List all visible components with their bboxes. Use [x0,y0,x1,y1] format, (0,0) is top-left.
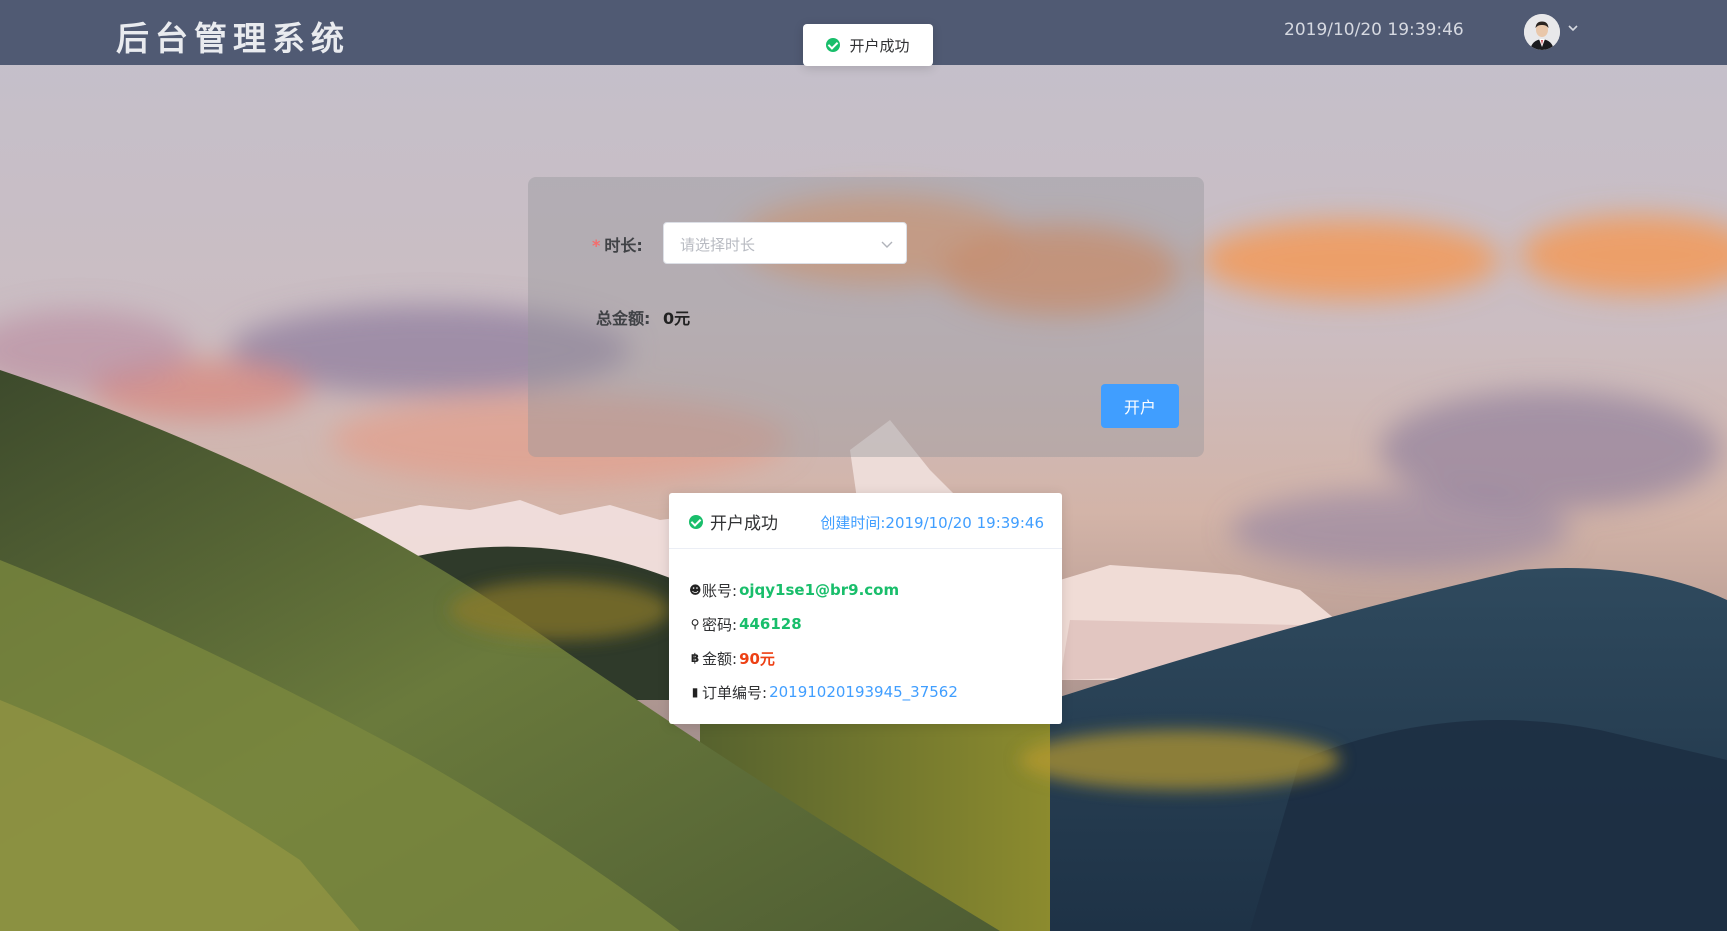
created-time: 创建时间:2019/10/20 19:39:46 [820,514,1044,532]
check-circle-icon [689,514,703,529]
chevron-down-icon [881,241,893,248]
amount-label: 金额: [702,649,738,668]
key-icon: ⚲ [690,617,700,631]
result-card-body: ☻ 账号: ojqy1se1@br9.com ⚲ 密码: 446128 ฿ 金额… [689,573,958,709]
duration-select-placeholder: 请选择时长 [680,236,756,254]
user-icon: ☻ [689,583,702,597]
password-value: 446128 [739,615,802,633]
account-value: ojqy1se1@br9.com [739,581,900,599]
required-mark: * [592,236,601,255]
amount-row: ฿ 金额: 90元 [689,641,958,675]
page-root: 后台管理系统 2019/10/20 19:39:46 开户成功 * 时长: 请选择… [0,0,1727,931]
amount-value: 90元 [739,649,775,668]
open-account-button[interactable]: 开户 [1101,384,1179,428]
account-label: 账号: [702,581,738,600]
open-account-form: * 时长: 请选择时长 总金额: 0元 开户 [528,177,1204,457]
result-card: 开户成功 创建时间:2019/10/20 19:39:46 ☻ 账号: ojqy… [669,493,1062,724]
total-label: 总金额: [596,309,651,328]
file-icon: ▮ [691,685,699,699]
duration-select[interactable]: 请选择时长 [663,222,907,264]
duration-label: 时长: [604,236,643,255]
order-row: ▮ 订单编号: 20191020193945_37562 [689,675,958,709]
result-card-header: 开户成功 创建时间:2019/10/20 19:39:46 [669,493,1062,549]
header-datetime: 2019/10/20 19:39:46 [1284,20,1464,40]
app-logo: 后台管理系统 [116,19,350,58]
bitcoin-icon: ฿ [690,651,700,665]
password-label: 密码: [702,615,738,634]
order-value: 20191020193945_37562 [769,683,958,701]
account-row: ☻ 账号: ojqy1se1@br9.com [689,573,958,607]
background-landscape [0,0,1727,931]
password-row: ⚲ 密码: 446128 [689,607,958,641]
result-title-wrap: 开户成功 [689,509,778,534]
user-avatar-icon [1524,14,1560,50]
order-label: 订单编号: [702,683,768,702]
toast-message: 开户成功 [849,36,910,55]
duration-label-wrap: * 时长: [592,232,643,256]
result-title: 开户成功 [710,514,778,534]
success-toast: 开户成功 [803,24,933,66]
user-avatar[interactable] [1524,14,1560,50]
check-circle-icon [826,38,841,52]
total-value: 0元 [663,309,691,328]
chevron-down-icon[interactable] [1566,21,1580,35]
